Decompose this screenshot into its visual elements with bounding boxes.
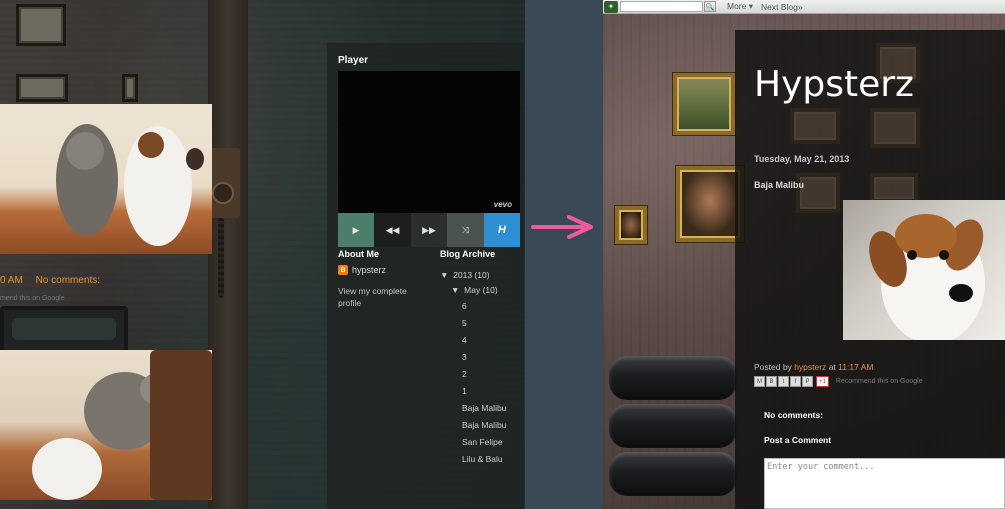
archive-item[interactable]: 2 xyxy=(462,369,467,379)
archive-item[interactable]: 3 xyxy=(462,352,467,362)
archive-month-label[interactable]: May (10) xyxy=(464,285,498,295)
left-tv xyxy=(0,306,128,354)
triangle-down-icon[interactable]: ▼ xyxy=(451,285,459,295)
h-label: H xyxy=(498,224,506,236)
rewind-icon: ◀◀ xyxy=(385,224,400,235)
posted-by-prefix: Posted by xyxy=(754,362,792,372)
fast-forward-button[interactable]: ▶▶ xyxy=(411,213,447,247)
play-button[interactable]: ▶ xyxy=(338,213,374,247)
pinterest-icon[interactable]: P xyxy=(802,376,813,387)
about-me-user: B hypsterz xyxy=(338,265,386,275)
left-post-time[interactable]: 0 AM xyxy=(0,275,23,286)
painting-small xyxy=(615,206,647,244)
blog-title[interactable]: Hypsterz xyxy=(754,64,914,105)
shuffle-icon: ⤨ xyxy=(461,224,470,235)
blogger-icon: B xyxy=(338,265,348,275)
player-heading: Player xyxy=(338,55,369,66)
about-username-link[interactable]: hypsterz xyxy=(352,265,386,275)
blogger-navbar: ✦ 🔍 More ▾ Next Blog» xyxy=(603,0,1005,14)
leather-chair xyxy=(603,352,743,509)
email-icon[interactable]: M xyxy=(754,376,765,387)
left-screenshot: 0 AM No comments: mend this on Google Pl… xyxy=(0,0,525,509)
wall-picture-frame xyxy=(122,74,138,102)
cat-dog-photo-1 xyxy=(0,104,212,254)
twitter-icon[interactable]: t xyxy=(778,376,789,387)
archive-year-label[interactable]: 2013 (10) xyxy=(453,270,489,280)
archive-item[interactable]: 6 xyxy=(462,301,467,311)
archive-item[interactable]: San Felipe xyxy=(462,437,503,447)
posted-by-author-link[interactable]: hypsterz xyxy=(794,362,826,372)
posted-by-line: Posted by hypsterz at 11:17 AM xyxy=(754,362,873,372)
left-sidebar: Player vevo ▶ ◀◀ ▶▶ ⤨ H About Me B hypst… xyxy=(327,43,524,509)
archive-item[interactable]: Lilu & Balu xyxy=(462,454,503,464)
archive-item[interactable]: 5 xyxy=(462,318,467,328)
archive-item[interactable]: 4 xyxy=(462,335,467,345)
player-video[interactable]: vevo xyxy=(338,71,520,213)
posted-at-word: at xyxy=(828,362,836,372)
posted-time-link[interactable]: 11:17 AM xyxy=(838,362,873,372)
left-recommend-link[interactable]: mend this on Google xyxy=(0,295,65,302)
archive-year[interactable]: ▼ 2013 (10) xyxy=(440,270,490,280)
play-icon: ▶ xyxy=(352,224,360,235)
left-post-meta: 0 AM No comments: xyxy=(0,275,110,286)
navbar-search-input[interactable] xyxy=(620,1,703,12)
navbar-next-blog[interactable]: Next Blog» xyxy=(761,2,803,12)
wall-frame-behind xyxy=(790,108,840,144)
comparison-stage: 0 AM No comments: mend this on Google Pl… xyxy=(0,0,1005,509)
blogthis-icon[interactable]: B xyxy=(766,376,777,387)
vevo-logo: vevo xyxy=(493,200,512,209)
post-title[interactable]: Baja Malibu xyxy=(754,180,804,190)
arrow-right-icon xyxy=(531,215,593,239)
search-icon[interactable]: 🔍 xyxy=(704,1,716,12)
h-button[interactable]: H xyxy=(484,213,520,247)
wall-frame-behind xyxy=(796,173,840,213)
archive-item[interactable]: Baja Malibu xyxy=(462,420,506,430)
facebook-icon[interactable]: f xyxy=(790,376,801,387)
wall-picture-frame xyxy=(16,4,66,46)
divider-bar xyxy=(525,0,603,509)
blog-archive-heading: Blog Archive xyxy=(440,249,496,259)
wall-frame-behind xyxy=(870,108,920,148)
view-profile-link[interactable]: View my complete profile xyxy=(338,285,428,309)
share-buttons: M B t f P +1 Recommend this on Google xyxy=(754,376,923,387)
wall-frame-behind xyxy=(870,173,918,203)
post-comment-heading: Post a Comment xyxy=(764,435,832,445)
recommend-on-google-link[interactable]: Recommend this on Google xyxy=(836,378,923,385)
archive-month[interactable]: ▼ May (10) xyxy=(451,285,498,295)
rewind-button[interactable]: ◀◀ xyxy=(374,213,411,247)
cat-dog-photo-2 xyxy=(0,350,212,500)
painting-landscape xyxy=(673,73,735,135)
navbar-more-menu[interactable]: More ▾ xyxy=(727,1,753,12)
wall-picture-frame xyxy=(16,74,68,102)
archive-item[interactable]: Baja Malibu xyxy=(462,403,506,413)
painting-portrait xyxy=(676,166,744,242)
blogger-logo-icon[interactable]: ✦ xyxy=(604,0,618,13)
triangle-down-icon[interactable]: ▼ xyxy=(440,270,448,280)
about-me-heading: About Me xyxy=(338,249,379,259)
left-comments-link[interactable]: No comments: xyxy=(36,275,100,286)
no-comments-heading: No comments: xyxy=(764,410,824,420)
comment-input[interactable]: Enter your comment... xyxy=(764,458,1005,509)
shuffle-button[interactable]: ⤨ xyxy=(447,213,484,247)
post-date: Tuesday, May 21, 2013 xyxy=(754,154,850,164)
dog-photo xyxy=(843,200,1005,340)
archive-item[interactable]: 1 xyxy=(462,386,467,396)
fast-forward-icon: ▶▶ xyxy=(422,224,436,235)
player-controls: ▶ ◀◀ ▶▶ ⤨ H xyxy=(338,213,520,247)
google-plus-one-button[interactable]: +1 xyxy=(816,376,829,387)
